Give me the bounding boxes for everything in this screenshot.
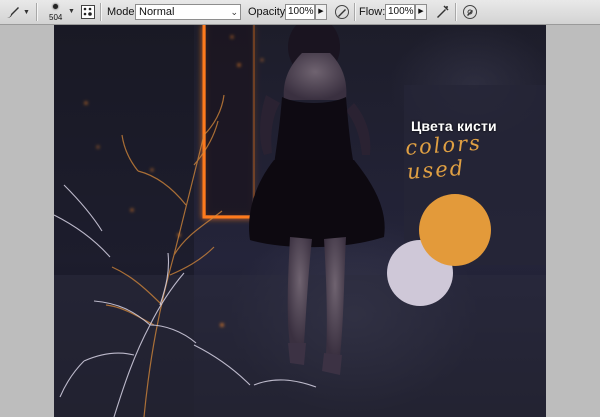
opacity-pressure-button[interactable] [334,0,350,24]
brush-size-value: 504 [49,13,63,22]
caption-colors-used: colors used [404,130,483,184]
chevron-down-icon: ▼ [68,8,75,15]
brush-tip-preview [53,4,58,9]
divider [354,3,355,21]
airbrush-pressure-icon [334,4,350,20]
airbrush-toggle-button[interactable] [434,0,450,24]
options-bar: ▼ 504 ▼ Mode: Normal ⌄ Opacity: 100% ▶ F… [0,0,600,25]
airbrush-icon [434,4,450,20]
divider [36,3,37,21]
chevron-down-icon: ▼ [23,8,30,16]
workspace: Цвета кисти colors used [0,25,600,417]
mode-label: Mode: [107,6,138,18]
chevron-right-icon: ▶ [318,8,324,15]
opacity-label: Opacity: [248,6,289,18]
chevron-down-icon: ⌄ [230,7,238,17]
pressure-icon [462,4,478,20]
opacity-input[interactable]: 100% [285,4,315,20]
flow-slider-toggle[interactable]: ▶ [415,4,427,20]
swatch-orange [419,194,491,266]
chevron-right-icon: ▶ [418,8,424,15]
blend-mode-select[interactable]: Normal ⌄ [135,4,241,20]
brush-panel-icon [80,4,96,20]
flow-label: Flow: [359,6,386,18]
toggle-brush-panel-button[interactable] [80,0,96,24]
doorway [206,25,252,215]
tablet-pressure-size-button[interactable] [462,0,478,24]
brush-icon [5,4,21,20]
opacity-slider-toggle[interactable]: ▶ [315,4,327,20]
blend-mode-value: Normal [139,6,175,18]
brush-tool-preset[interactable]: ▼ [5,0,30,24]
divider [455,3,456,21]
flow-input[interactable]: 100% [385,4,415,20]
artwork [54,25,546,417]
document-canvas[interactable]: Цвета кисти colors used [54,25,546,417]
divider [100,3,101,21]
